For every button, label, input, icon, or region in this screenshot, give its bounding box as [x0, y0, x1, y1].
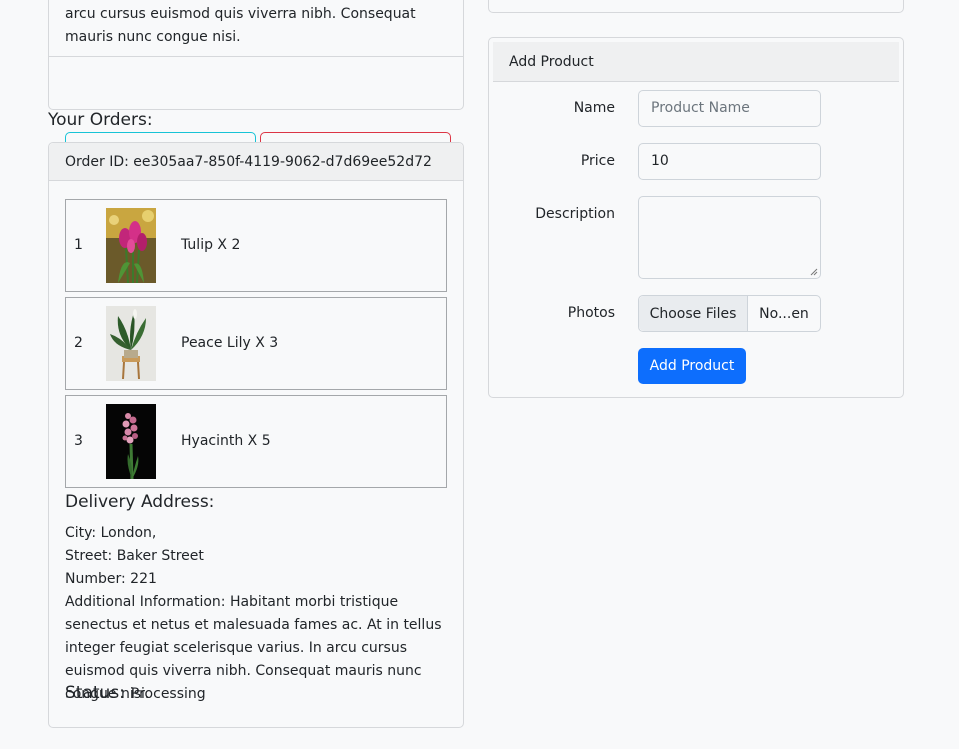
delivery-number: Number: 221 — [65, 571, 157, 587]
item-number: 3 — [74, 433, 83, 449]
description-label: Description — [535, 206, 615, 222]
no-file-chosen-text: No...en — [759, 305, 809, 322]
product-card: arcu cursus euismod quis viverra nibh. C… — [48, 0, 464, 168]
item-number: 1 — [74, 237, 83, 253]
item-name: Hyacinth X 5 — [181, 433, 271, 449]
delivery-heading: Delivery Address: — [65, 492, 215, 512]
item-name: Peace Lily X 3 — [181, 335, 279, 351]
status-row: Status: Processing — [65, 683, 206, 703]
card-remnant — [488, 0, 904, 13]
order-item: 2 Peace Lily X 3 — [65, 297, 447, 390]
hyacinth-image — [106, 404, 156, 479]
delivery-street: Street: Baker Street — [65, 548, 204, 564]
orders-heading: Your Orders: — [48, 110, 153, 130]
tulip-image — [106, 208, 156, 283]
order-item: 1 Tulip X 2 — [65, 199, 447, 292]
price-label: Price — [580, 153, 615, 169]
photos-label: Photos — [567, 305, 615, 321]
product-name-input[interactable]: Product Name — [638, 90, 821, 127]
product-description-text: arcu cursus euismod quis viverra nibh. C… — [65, 6, 416, 45]
status-value: Processing — [130, 686, 206, 702]
order-item: 3 Hyacinth X 5 — [65, 395, 447, 488]
resize-grip-icon[interactable] — [810, 268, 818, 276]
item-name: Tulip X 2 — [181, 237, 241, 253]
add-product-card: Add Product Name Product Name Price 10 D… — [488, 37, 904, 398]
product-card-footer: Edit Delete — [49, 56, 463, 168]
name-label: Name — [573, 100, 615, 116]
delivery-address: City: London, Street: Baker Street Numbe… — [65, 522, 449, 706]
status-label: Status: — [65, 683, 125, 703]
choose-files-button[interactable]: Choose Files — [639, 296, 748, 331]
order-card: Order ID: ee305aa7-850f-4119-9062-d7d69e… — [48, 142, 464, 728]
description-textarea[interactable] — [638, 196, 821, 279]
peace-lily-image — [106, 306, 156, 381]
delivery-city: City: London, — [65, 525, 157, 541]
photos-file-input[interactable]: Choose Files No...en — [638, 295, 821, 332]
add-product-header: Add Product — [493, 42, 899, 82]
price-input[interactable]: 10 — [638, 143, 821, 180]
add-product-button[interactable]: Add Product — [638, 348, 746, 384]
order-id: Order ID: ee305aa7-850f-4119-9062-d7d69e… — [49, 143, 463, 181]
item-number: 2 — [74, 335, 83, 351]
